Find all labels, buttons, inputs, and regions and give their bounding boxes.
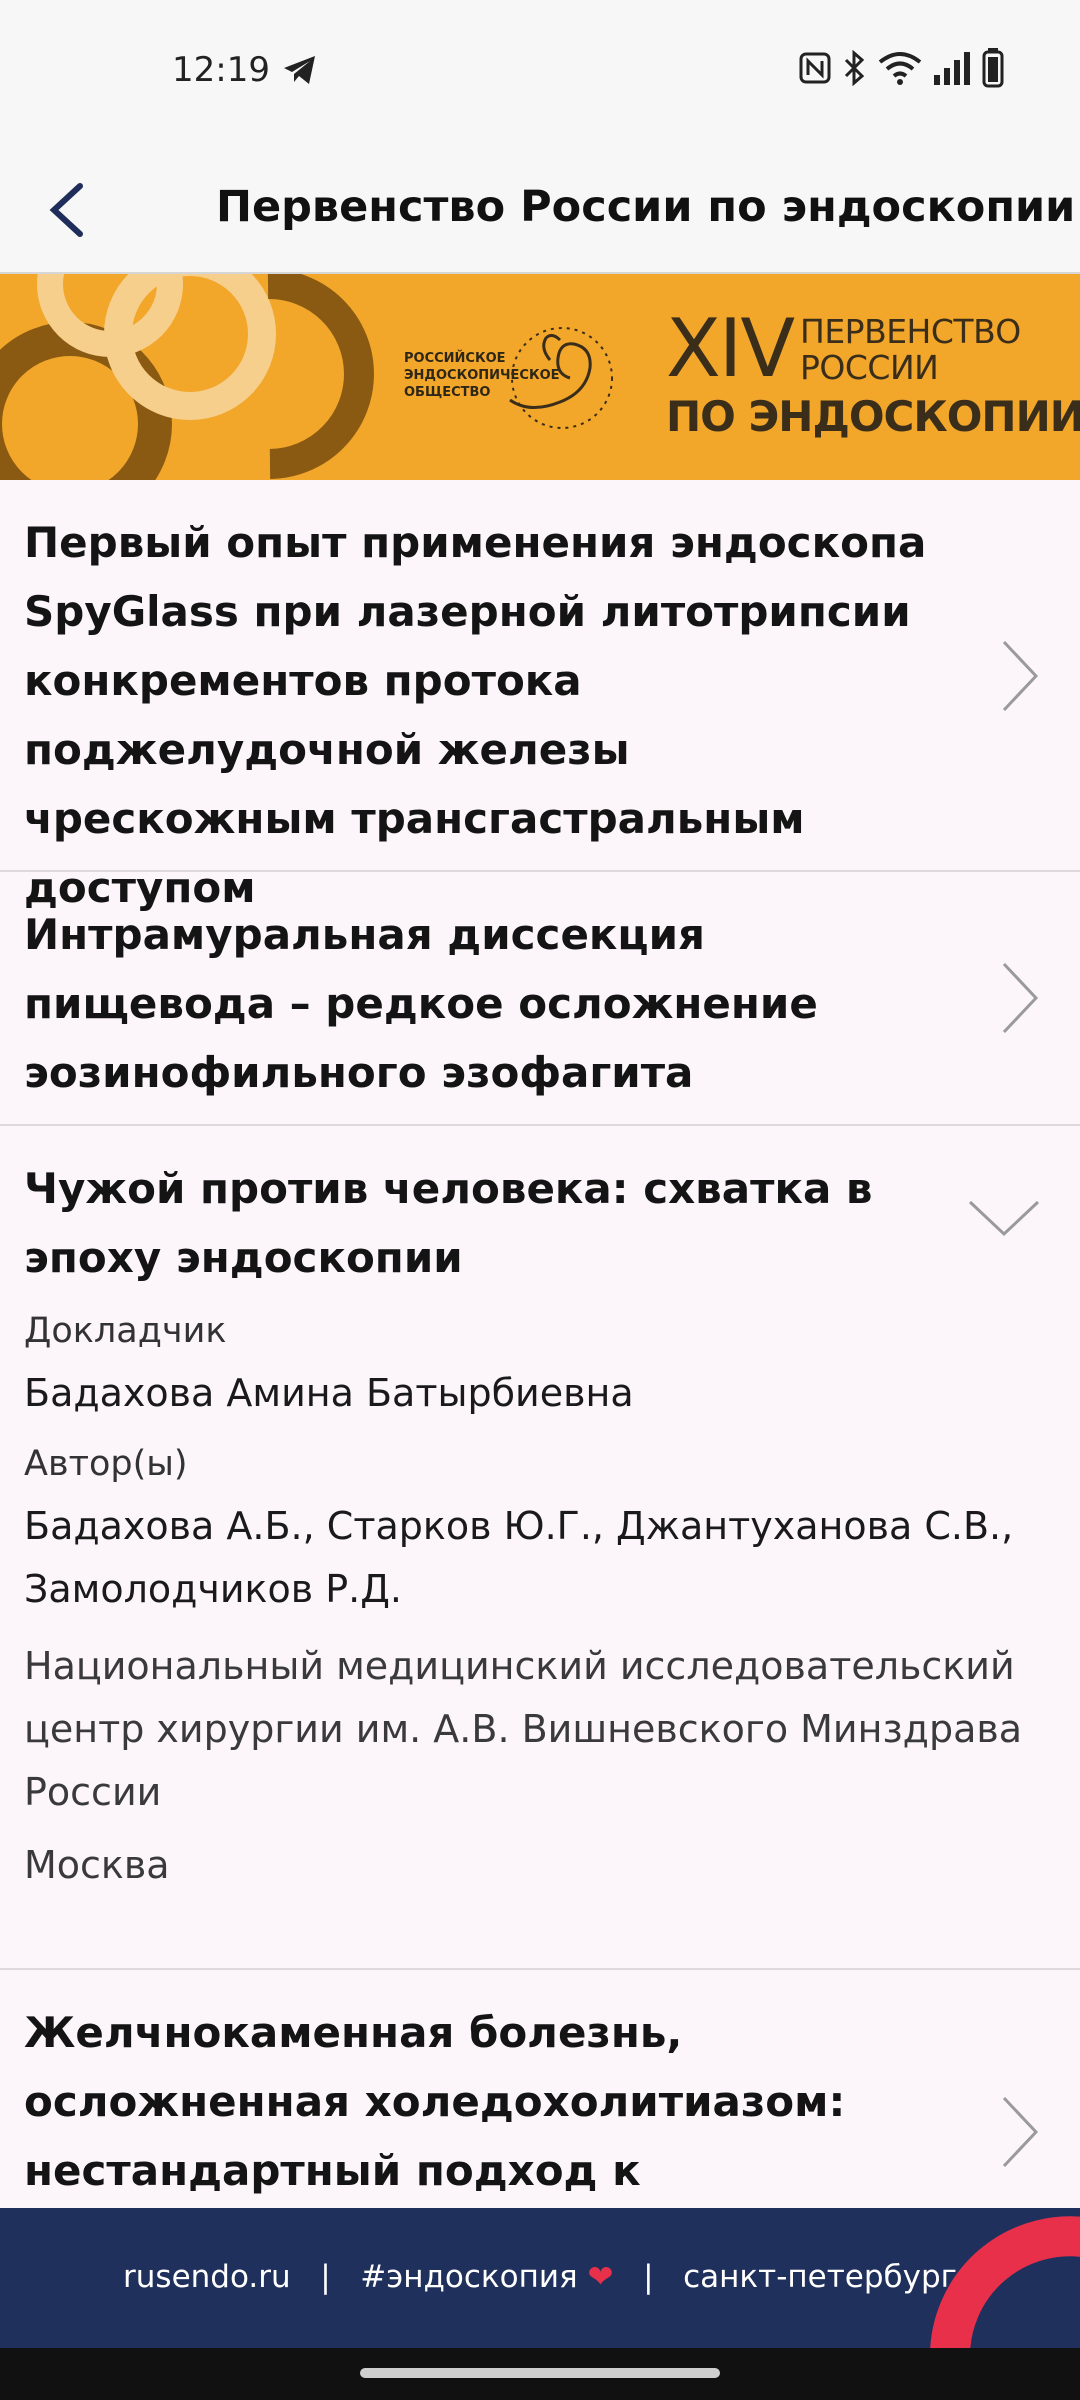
banner-line-1: ПЕРВЕНСТВО [800, 312, 1021, 351]
speaker-name: Бадахова Амина Батырбиевна [24, 1371, 634, 1415]
talk-title: Первый опыт применения эндоскопа SpyGlas… [24, 518, 927, 912]
banner-line-3: ПО ЭНДОСКОПИИ [666, 392, 1080, 441]
telegram-icon [282, 54, 318, 90]
talks-list: Первый опыт применения эндоскопа SpyGlas… [0, 480, 1080, 2230]
chevron-right-icon [1002, 962, 1039, 1034]
status-bar: 12:19 [0, 0, 1080, 140]
footer-text: rusendo.ru | #эндоскопия ❤ | санкт-петер… [123, 2259, 957, 2295]
app-bar: Первенство России по эндоскопии [0, 140, 1080, 274]
city: Москва [24, 1843, 170, 1887]
footer-banner: rusendo.ru | #эндоскопия ❤ | санкт-петер… [0, 2208, 1080, 2348]
authors-label: Автор(ы) [24, 1444, 188, 1484]
status-icons [798, 48, 1004, 92]
list-item-expanded[interactable]: Чужой против человека: схватка в эпоху э… [0, 1126, 1080, 1970]
society-logo-icon [509, 327, 613, 429]
bluetooth-icon [842, 49, 868, 90]
event-banner: РОССИЙСКОЕ ЭНДОСКОПИЧЕСКОЕ ОБЩЕСТВО XIV … [0, 274, 1080, 480]
institution: Национальный медицинский исследовательск… [24, 1644, 1023, 1814]
nfc-icon [798, 51, 832, 89]
chevron-right-icon [1002, 2096, 1039, 2168]
list-item[interactable]: Желчнокаменная болезнь, осложненная холе… [0, 1970, 1080, 2230]
footer-city: санкт-петербург [683, 2259, 957, 2295]
talk-title: Интрамуральная диссекция пищевода – редк… [24, 910, 818, 1097]
talk-title: Чужой против человека: схватка в эпоху э… [24, 1164, 873, 1282]
home-indicator[interactable] [360, 2368, 720, 2378]
footer-hashtag: #эндоскопия [360, 2259, 578, 2295]
talk-title: Желчнокаменная болезнь, осложненная холе… [24, 2008, 846, 2230]
chevron-left-icon [49, 183, 83, 237]
wifi-icon [878, 50, 922, 90]
page-title: Первенство России по эндоскопии [216, 182, 1076, 232]
banner-line-2: РОССИИ [800, 348, 939, 387]
back-button[interactable] [40, 160, 120, 250]
rings-decoration-icon [0, 274, 374, 480]
authors-list: Бадахова А.Б., Старков Ю.Г., Джантуханов… [24, 1504, 1014, 1611]
status-time: 12:19 [172, 50, 270, 90]
heart-icon: ❤ [587, 2259, 614, 2295]
chevron-down-icon [968, 1200, 1040, 1237]
list-item[interactable]: Интрамуральная диссекция пищевода – редк… [0, 872, 1080, 1126]
list-item[interactable]: Первый опыт применения эндоскопа SpyGlas… [0, 480, 1080, 912]
chevron-right-icon [1002, 640, 1039, 712]
battery-icon [982, 48, 1004, 92]
banner-roman-numeral: XIV [666, 302, 795, 395]
speaker-label: Докладчик [24, 1311, 227, 1351]
signal-icon [932, 51, 972, 89]
footer-site: rusendo.ru [123, 2259, 291, 2295]
